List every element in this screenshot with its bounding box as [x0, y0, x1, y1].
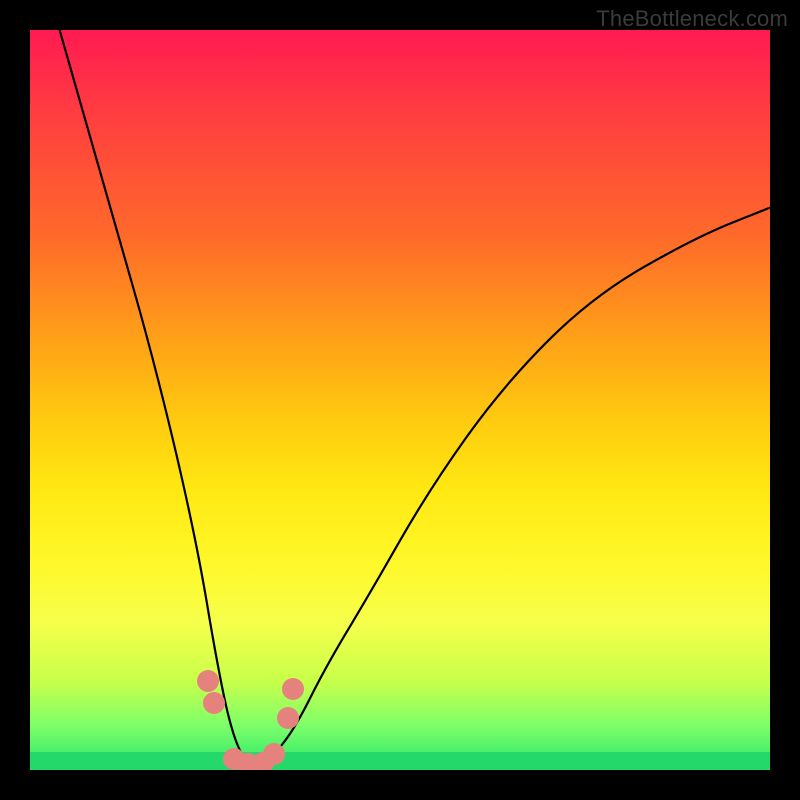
watermark-text: TheBottleneck.com [596, 6, 788, 32]
plot-area [30, 30, 770, 770]
bottleneck-curve [60, 30, 770, 768]
marker-valley-4 [263, 743, 285, 765]
marker-left-cluster-bottom [203, 692, 225, 714]
marker-left-cluster-top [197, 670, 219, 692]
curve-layer [30, 30, 770, 770]
chart-frame: TheBottleneck.com [0, 0, 800, 800]
marker-right-cluster-bottom [277, 707, 299, 729]
marker-right-cluster-top [282, 678, 304, 700]
